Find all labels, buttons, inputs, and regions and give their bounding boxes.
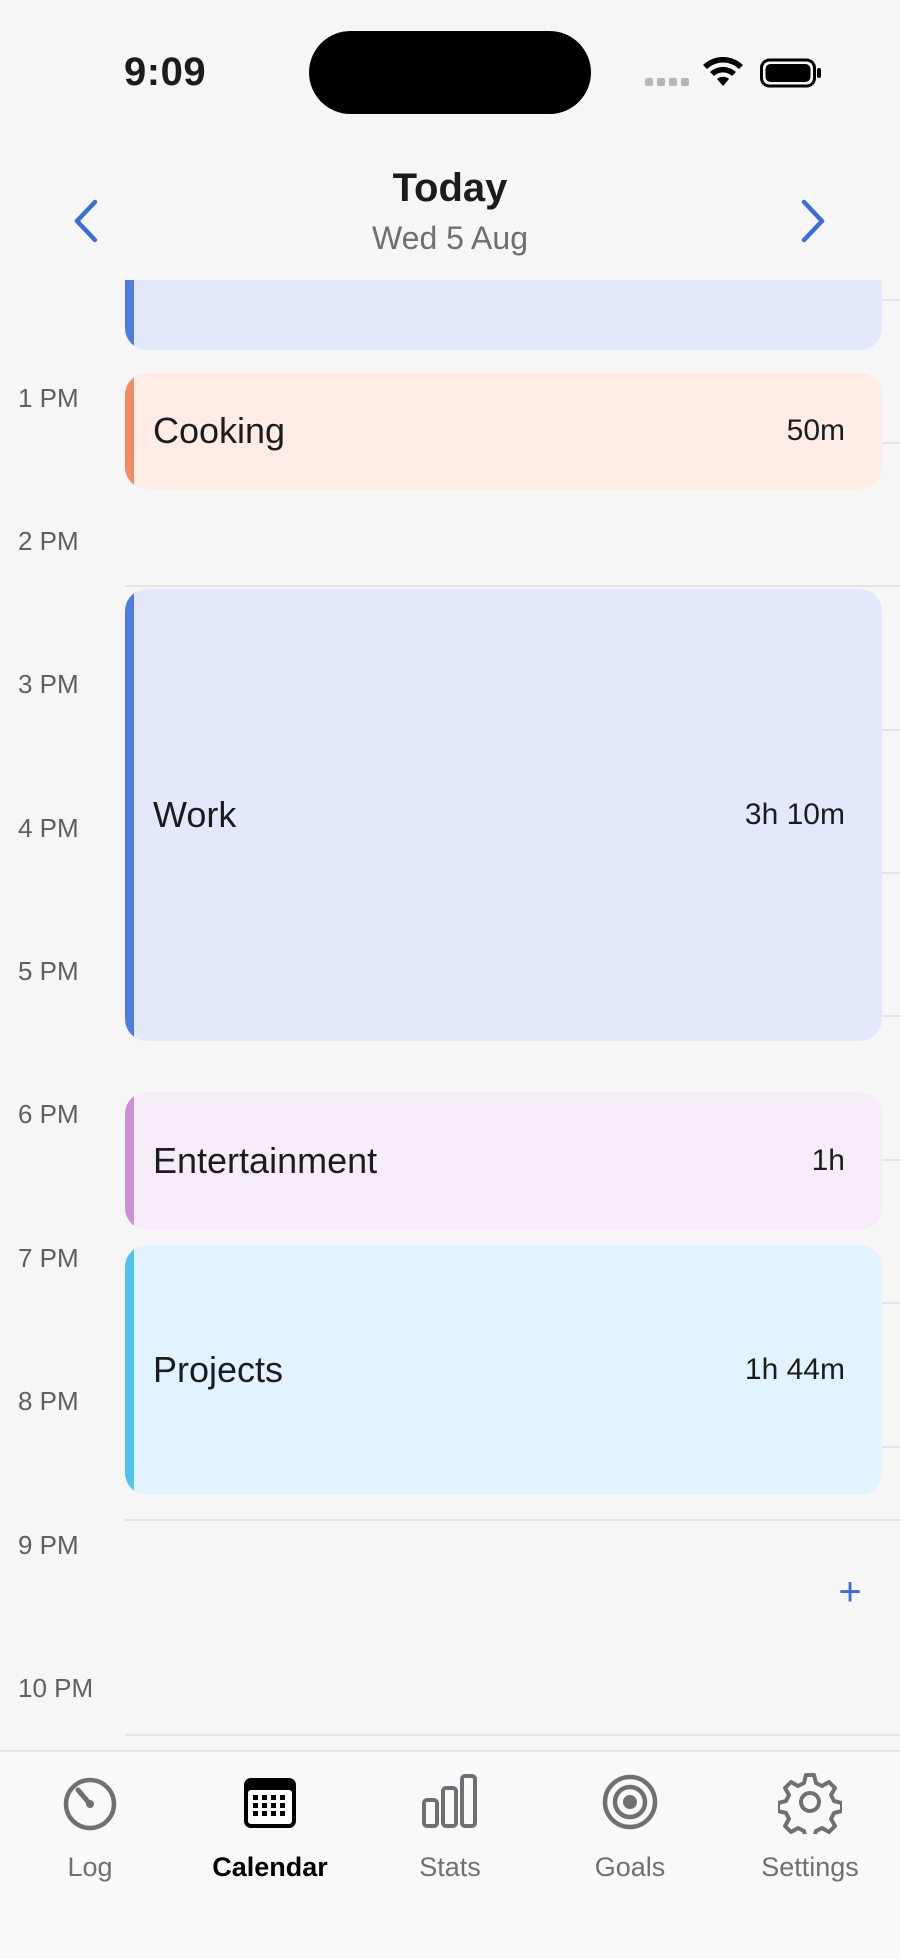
hour-label: 9 PM [18,1530,79,1560]
page-title: Today [392,166,508,210]
tab-label: Stats [419,1852,481,1882]
event-color-bar [125,1092,134,1230]
wifi-icon [703,57,743,86]
hour-label: 10 PM [18,1673,94,1703]
hour-label: 4 PM [18,813,79,843]
event-block-entertainment[interactable]: Entertainment 1h [125,1092,882,1230]
dynamic-island [309,31,591,114]
date-subtitle: Wed 5 Aug [372,220,528,256]
tab-label: Settings [761,1852,859,1882]
event-duration: 1h [811,1144,845,1177]
hour-tick [880,1159,900,1161]
chevron-right-icon [801,199,825,243]
hour-tick [880,299,900,301]
hour-tick [880,872,900,874]
event-block-work[interactable]: Work 3h 10m [125,589,882,1041]
tab-bar: Log Calendar Stats Goals Settings [0,1750,900,1959]
event-title: Entertainment [153,1140,378,1181]
tab-label: Log [67,1852,113,1882]
tab-stats[interactable]: Stats [360,1770,540,1900]
hour-tick [880,1302,900,1304]
gauge-icon [63,1777,117,1831]
calendar-icon [244,1778,296,1828]
hour-tick [880,729,900,731]
hour-label: 2 PM [18,526,79,556]
event-block-cooking[interactable]: Cooking 50m [125,373,882,489]
event-color-bar [125,280,134,350]
hour-line [125,1519,900,1521]
tab-settings[interactable]: Settings [720,1770,900,1900]
hour-label: 1 PM [18,383,79,413]
hour-tick [880,1015,900,1017]
hour-label: 6 PM [18,1099,79,1129]
battery-icon [760,58,821,88]
cellular-signal-icon [645,78,691,88]
tab-goals[interactable]: Goals [540,1770,720,1900]
event-color-bar [125,1245,134,1495]
event-color-bar [125,589,134,1041]
hour-tick [880,442,900,444]
tab-log[interactable]: Log [0,1770,180,1900]
target-icon [602,1774,658,1830]
calendar-header: Today Wed 5 Aug [0,140,900,280]
hour-label: 3 PM [18,669,79,699]
event-title: Work [153,794,237,835]
status-time: 9:09 [124,50,207,94]
event-title: Projects [153,1349,284,1390]
add-event-button[interactable]: + [828,1570,872,1614]
hour-line [125,585,900,587]
bar-chart-icon [422,1774,477,1828]
hour-tick [880,1446,900,1448]
tab-calendar[interactable]: Calendar [180,1770,360,1900]
hour-line [125,1734,900,1736]
tab-label: Goals [594,1852,666,1882]
day-timeline[interactable]: 1 PM 2 PM 3 PM 4 PM 5 PM 6 PM 7 PM 8 PM … [0,280,900,1750]
hour-label: 8 PM [18,1386,79,1416]
next-day-button[interactable] [783,186,843,256]
event-duration: 3h 10m [744,798,845,831]
event-title: Cooking [153,410,286,451]
event-color-bar [125,373,134,489]
event-block-continued[interactable] [125,280,882,350]
event-block-projects[interactable]: Projects 1h 44m [125,1245,882,1495]
gear-icon [778,1773,842,1834]
event-duration: 1h 44m [744,1353,845,1386]
tab-label: Calendar [212,1852,328,1882]
status-bar: 9:09 [0,0,900,140]
hour-label: 5 PM [18,956,79,986]
event-duration: 50m [786,414,845,447]
hour-label: 7 PM [18,1243,79,1273]
